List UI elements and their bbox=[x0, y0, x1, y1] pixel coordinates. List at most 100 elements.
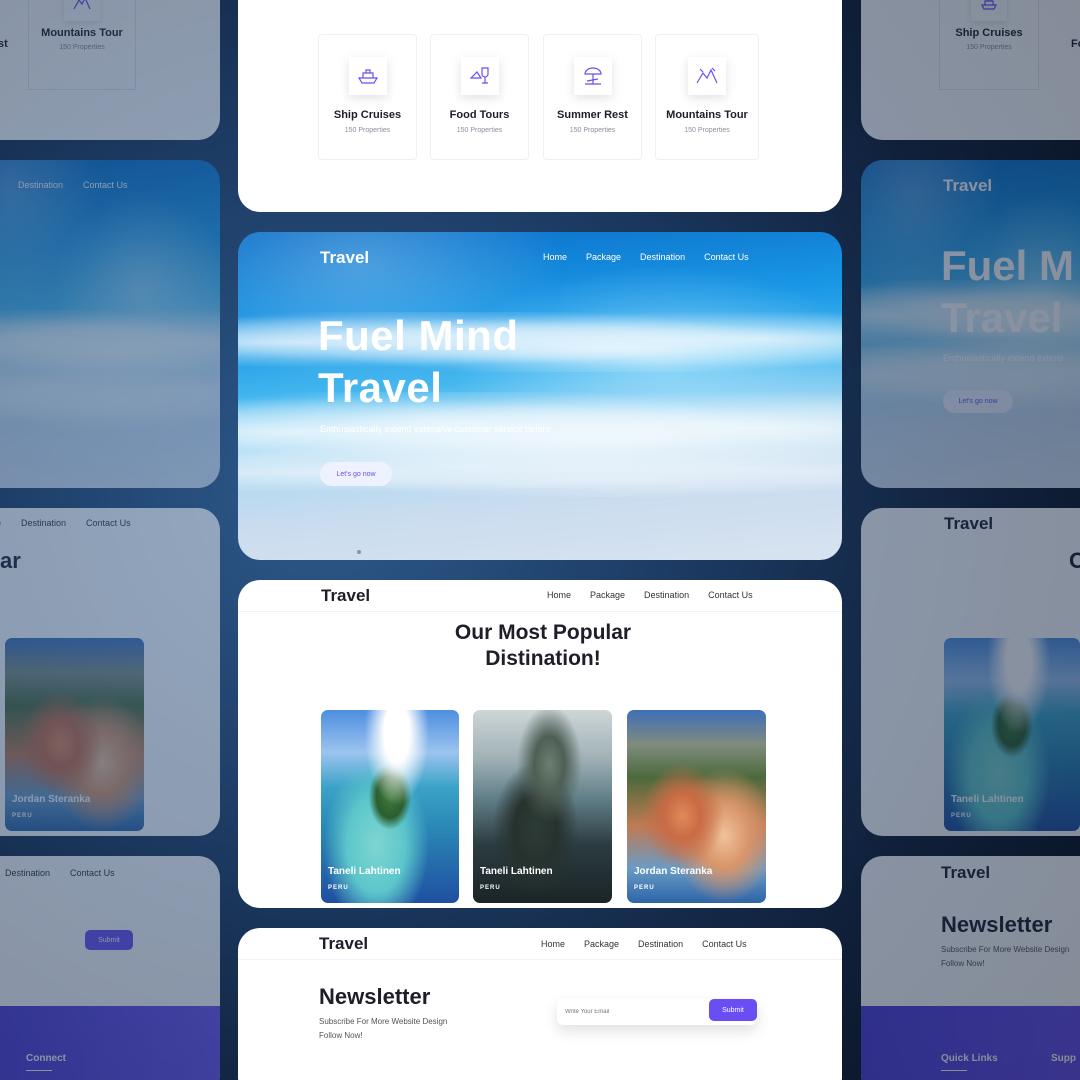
nav-contact[interactable]: Contact Us bbox=[708, 590, 753, 600]
category-tile-summer[interactable]: Summer Rest 150 Properties bbox=[543, 34, 642, 160]
ship-icon bbox=[348, 57, 387, 95]
left-newsletter-card: e Destination Contact Us Submit Connect bbox=[0, 856, 220, 1080]
right-categories-card: Ship Cruises 150 Properties Fo bbox=[861, 0, 1080, 140]
destination-name: Taneli Lahtinen bbox=[951, 794, 1024, 805]
left-hero-nav: Destination Contact Us bbox=[18, 180, 128, 190]
left-popular-card: e Destination Contact Us ar Jordan Stera… bbox=[0, 508, 220, 836]
left-hero-card: Destination Contact Us bbox=[0, 160, 220, 488]
right-popular-logo[interactable]: Travel bbox=[944, 514, 993, 534]
nav-package[interactable]: Package bbox=[584, 939, 619, 949]
category-count: 150 Properties bbox=[344, 127, 391, 134]
hero-nav: Home Package Destination Contact Us bbox=[543, 252, 749, 262]
right-hero-subtitle: Enthusiastically extend extens bbox=[943, 353, 1064, 363]
carousel-dot[interactable] bbox=[357, 550, 361, 554]
newsletter-text-line1: Subscribe For More Website Design bbox=[319, 1017, 448, 1026]
category-title: Summer Rest bbox=[557, 109, 628, 121]
hero-title-line1: Fuel Mind bbox=[318, 312, 519, 359]
destination-country: PERU bbox=[480, 885, 501, 891]
nav-home[interactable]: Home bbox=[547, 590, 571, 600]
footer-underline bbox=[941, 1070, 967, 1071]
nav-package[interactable]: Package bbox=[590, 590, 625, 600]
right-newsletter-text-2: Follow Now! bbox=[941, 959, 985, 968]
right-hero-title-2: Travel bbox=[941, 294, 1063, 341]
newsletter-title: Newsletter bbox=[319, 984, 431, 1009]
nav-contact[interactable]: Contact Us bbox=[704, 252, 749, 262]
category-tile-mountain[interactable]: Mountains Tour 150 Properties bbox=[655, 34, 759, 160]
nav-destination[interactable]: Destination bbox=[640, 252, 685, 262]
nav-destination[interactable]: Destination bbox=[638, 939, 683, 949]
nav-home[interactable]: Home bbox=[541, 939, 565, 949]
destination-name: Jordan Steranka bbox=[12, 794, 91, 805]
newsletter-logo[interactable]: Travel bbox=[319, 934, 368, 954]
destination-card[interactable]: Taneli Lahtinen PERU bbox=[321, 710, 459, 903]
destination-card[interactable]: Jordan Steranka PERU bbox=[627, 710, 766, 903]
beach-umbrella-icon bbox=[573, 57, 612, 95]
right-hero-logo[interactable]: Travel bbox=[943, 176, 992, 196]
submit-button[interactable]: Submit bbox=[709, 999, 757, 1021]
nav-destination[interactable]: Destination bbox=[18, 180, 63, 190]
category-title: Ship Cruises bbox=[333, 109, 402, 121]
destination-country: PERU bbox=[12, 813, 33, 819]
left-footer: Connect bbox=[0, 1006, 220, 1080]
wine-glass-icon bbox=[460, 57, 499, 95]
nav-contact[interactable]: Contact Us bbox=[83, 180, 128, 190]
left-tile-title: Mountains Tour bbox=[41, 27, 123, 39]
category-tile-ship[interactable]: Ship Cruises 150 Properties bbox=[318, 34, 417, 160]
email-form: Submit bbox=[557, 999, 757, 1025]
nav-contact[interactable]: Contact Us bbox=[702, 939, 747, 949]
destination-name: Taneli Lahtinen bbox=[328, 866, 401, 877]
right-ship-tile: Ship Cruises 150 Properties bbox=[939, 0, 1039, 90]
right-popular-title-cut: O bbox=[1069, 548, 1080, 573]
right-newsletter-logo[interactable]: Travel bbox=[941, 863, 990, 883]
email-input[interactable] bbox=[565, 1005, 695, 1019]
left-submit-button[interactable]: Submit bbox=[85, 930, 133, 950]
hero-card: Travel Home Package Destination Contact … bbox=[238, 232, 842, 560]
category-count: 150 Properties bbox=[569, 127, 616, 134]
hero-subtitle: Enthusiastically extend extensive custom… bbox=[320, 424, 551, 434]
mountain-icon bbox=[688, 57, 726, 95]
right-destination-card[interactable]: Taneli Lahtinen PERU bbox=[944, 638, 1080, 831]
footer-quick-links[interactable]: Quick Links bbox=[941, 1053, 998, 1064]
hero-cta-button[interactable]: Let's go now bbox=[320, 462, 392, 486]
footer-support-cut[interactable]: Supp bbox=[1051, 1053, 1076, 1064]
left-popular-nav: e Destination Contact Us bbox=[0, 518, 131, 528]
popular-logo[interactable]: Travel bbox=[321, 586, 370, 606]
nav-destination[interactable]: Destination bbox=[21, 518, 66, 528]
right-hero-card: Travel Fuel M Travel Enthusiastically ex… bbox=[861, 160, 1080, 488]
right-hero-cta[interactable]: Let's go now bbox=[943, 390, 1013, 413]
destination-name: Jordan Steranka bbox=[634, 866, 713, 877]
nav-home[interactable]: Home bbox=[543, 252, 567, 262]
left-newsletter-nav: e Destination Contact Us bbox=[0, 868, 115, 878]
nav-destination[interactable]: Destination bbox=[644, 590, 689, 600]
right-truncated-tile-title: Fo bbox=[1071, 38, 1080, 50]
nav-contact[interactable]: Contact Us bbox=[70, 868, 115, 878]
nav-contact[interactable]: Contact Us bbox=[86, 518, 131, 528]
left-mountain-tile: Mountains Tour 150 Properties bbox=[28, 0, 136, 90]
left-categories-card: Mountains Tour 150 Properties st bbox=[0, 0, 220, 140]
right-newsletter-card: Travel Newsletter Subscribe For More Web… bbox=[861, 856, 1080, 1080]
destination-name: Taneli Lahtinen bbox=[480, 866, 553, 877]
footer-underline bbox=[26, 1070, 52, 1071]
right-popular-card: Travel O Taneli Lahtinen PERU bbox=[861, 508, 1080, 836]
hero-logo[interactable]: Travel bbox=[320, 248, 369, 268]
right-tile-count: 150 Properties bbox=[966, 44, 1012, 51]
category-tile-food[interactable]: Food Tours 150 Properties bbox=[430, 34, 529, 160]
footer-connect-label: Connect bbox=[26, 1053, 66, 1064]
popular-title-line1: Our Most Popular bbox=[454, 621, 632, 644]
popular-nav: Home Package Destination Contact Us bbox=[547, 590, 753, 600]
left-destination-card[interactable]: Jordan Steranka PERU bbox=[5, 638, 144, 831]
destination-country: PERU bbox=[328, 885, 349, 891]
nav-home-cut[interactable]: e bbox=[0, 518, 1, 528]
header-divider bbox=[238, 959, 842, 960]
hero-title-line2: Travel bbox=[318, 364, 443, 411]
category-title: Food Tours bbox=[449, 109, 510, 121]
destination-card[interactable]: Taneli Lahtinen PERU bbox=[473, 710, 612, 903]
category-count: 150 Properties bbox=[456, 127, 503, 134]
categories-card: Ship Cruises 150 Properties Food Tours 1… bbox=[238, 0, 842, 212]
ship-icon bbox=[971, 0, 1007, 21]
right-hero-title-1: Fuel M bbox=[941, 242, 1074, 289]
nav-destination[interactable]: Destination bbox=[5, 868, 50, 878]
category-count: 150 Properties bbox=[684, 127, 730, 134]
newsletter-nav: Home Package Destination Contact Us bbox=[541, 939, 747, 949]
nav-package[interactable]: Package bbox=[586, 252, 621, 262]
